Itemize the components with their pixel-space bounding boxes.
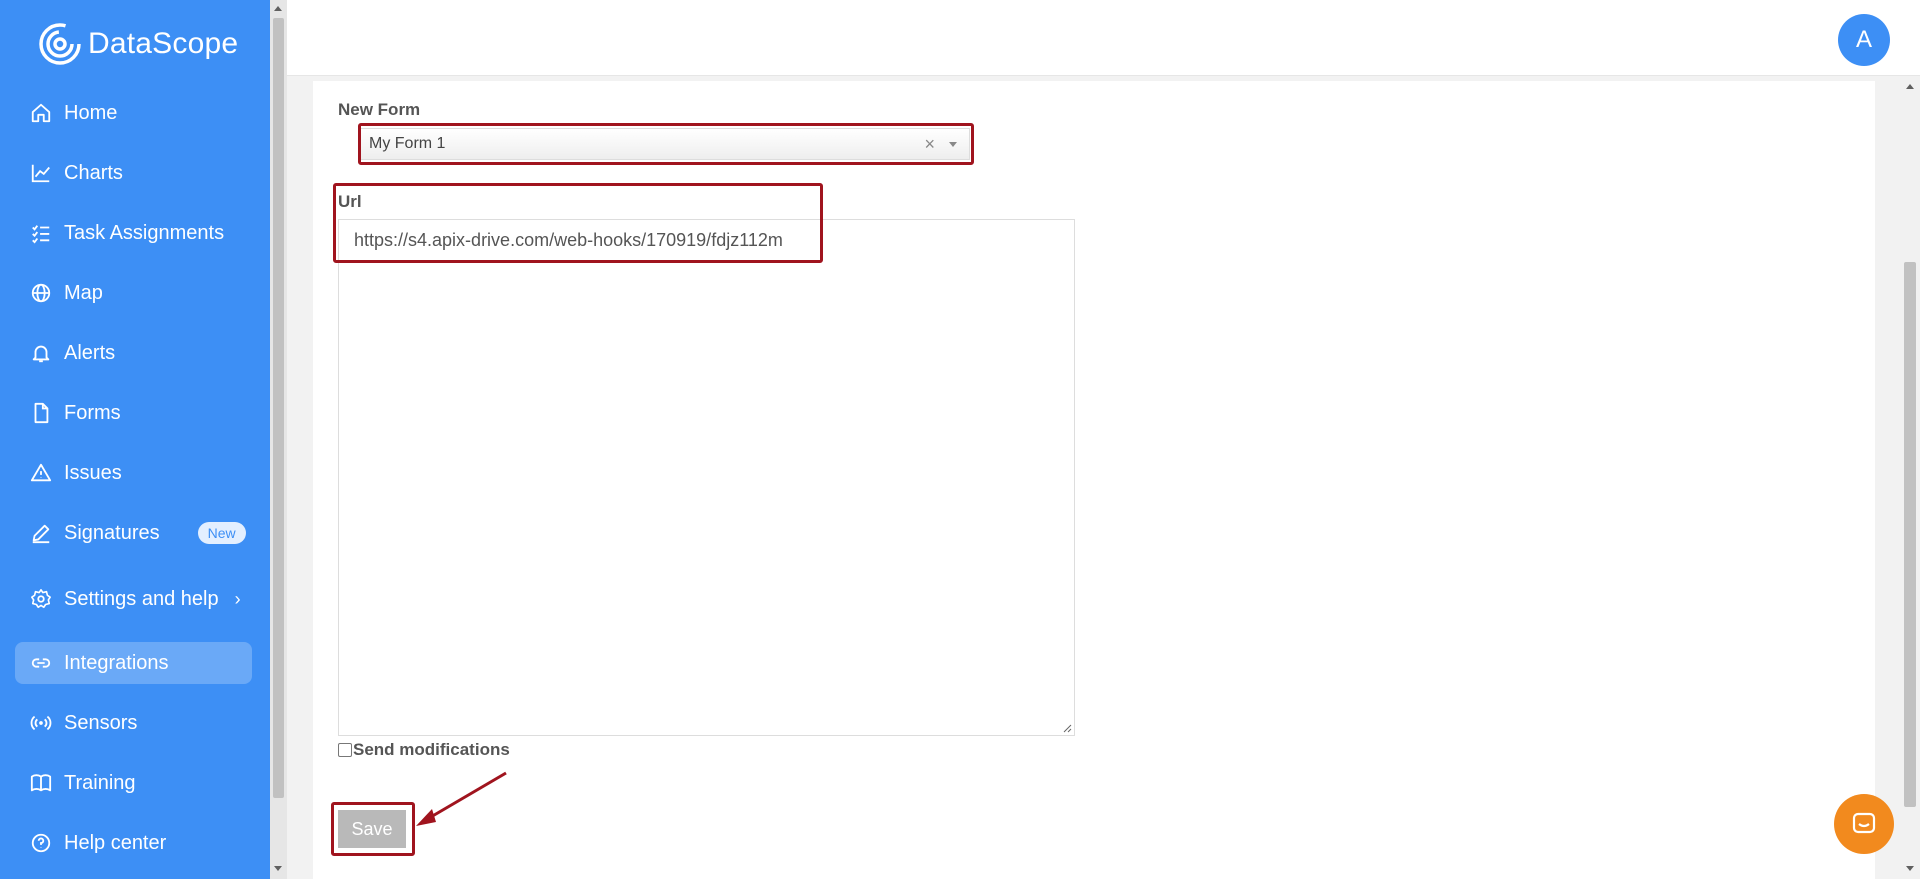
sidebar-item-label: Issues [64, 461, 122, 484]
sidebar-item-label: Training [64, 771, 136, 794]
chat-icon [1852, 812, 1876, 834]
highlight-box-url [333, 183, 823, 263]
chart-line-icon [31, 164, 50, 183]
send-modifications-label: Send modifications [353, 740, 510, 759]
sidebar-item-label: Signatures [64, 521, 160, 544]
sidebar: DataScope Home Charts Task Assignments M… [0, 0, 287, 879]
sidebar-item-label: Alerts [64, 341, 116, 364]
link-icon [31, 658, 51, 668]
pen-icon [32, 524, 50, 544]
sidebar-item-label: Task Assignments [64, 221, 225, 244]
sidebar-item-label: Settings and help [64, 587, 219, 610]
highlight-box-form-select [358, 123, 974, 165]
sidebar-item-forms[interactable]: Forms [15, 392, 252, 434]
resize-handle-icon[interactable] [1062, 723, 1072, 733]
sidebar-item-label: Home [64, 101, 118, 124]
sidebar-item-label: Integrations [64, 651, 169, 674]
sidebar-item-label: Charts [64, 161, 123, 184]
sidebar-item-signatures[interactable]: Signatures New [15, 512, 252, 554]
user-avatar[interactable]: A [1838, 14, 1890, 66]
new-form-label: New Form [338, 100, 421, 119]
sidebar-item-help-center[interactable]: Help center [15, 822, 252, 864]
sidebar-item-training[interactable]: Training [15, 762, 252, 804]
help-circle-icon [31, 833, 51, 853]
gear-icon [31, 589, 51, 609]
scroll-up-arrow[interactable] [1906, 84, 1914, 89]
sensor-icon [30, 715, 52, 731]
logo[interactable]: DataScope [38, 22, 238, 66]
send-modifications-checkbox[interactable] [338, 743, 352, 757]
sidebar-item-settings-and-help[interactable]: Settings and help › [15, 578, 252, 620]
chevron-right-icon: › [234, 588, 241, 609]
sidebar-item-label: Help center [64, 831, 167, 854]
sidebar-item-label: Sensors [64, 711, 138, 734]
bell-icon [32, 345, 50, 363]
scrollbar-thumb[interactable] [1904, 262, 1916, 807]
main-scrollbar[interactable] [1900, 76, 1920, 879]
file-icon [34, 402, 49, 424]
sidebar-scrollbar[interactable] [270, 0, 287, 879]
sidebar-item-home[interactable]: Home [15, 92, 252, 134]
book-icon [30, 774, 52, 792]
sidebar-item-label: Map [64, 281, 103, 304]
globe-icon [31, 283, 51, 303]
scroll-down-arrow[interactable] [1906, 866, 1914, 871]
sidebar-item-alerts[interactable]: Alerts [15, 332, 252, 374]
top-bar [287, 0, 1920, 76]
sidebar-item-issues[interactable]: Issues [15, 452, 252, 494]
sidebar-item-map[interactable]: Map [15, 272, 252, 314]
scroll-up-arrow[interactable] [274, 6, 282, 11]
sidebar-item-sensors[interactable]: Sensors [15, 702, 252, 744]
checklist-icon [32, 225, 50, 244]
app-name: DataScope [88, 27, 239, 60]
scroll-down-arrow[interactable] [274, 866, 282, 871]
sidebar-item-charts[interactable]: Charts [15, 152, 252, 194]
sidebar-item-label: Forms [64, 401, 121, 424]
warning-icon [30, 463, 52, 482]
chat-button[interactable] [1834, 794, 1894, 854]
home-icon [31, 103, 51, 123]
new-badge: New [197, 522, 246, 544]
send-modifications-row[interactable]: Send modifications [338, 740, 510, 760]
sidebar-item-task-assignments[interactable]: Task Assignments [15, 212, 252, 254]
url-textarea[interactable]: https://s4.apix-drive.com/web-hooks/1709… [338, 219, 1075, 736]
sidebar-item-integrations[interactable]: Integrations [15, 642, 252, 684]
highlight-box-save [331, 802, 415, 856]
datascope-logo-icon [39, 23, 81, 65]
scrollbar-thumb[interactable] [273, 18, 284, 798]
